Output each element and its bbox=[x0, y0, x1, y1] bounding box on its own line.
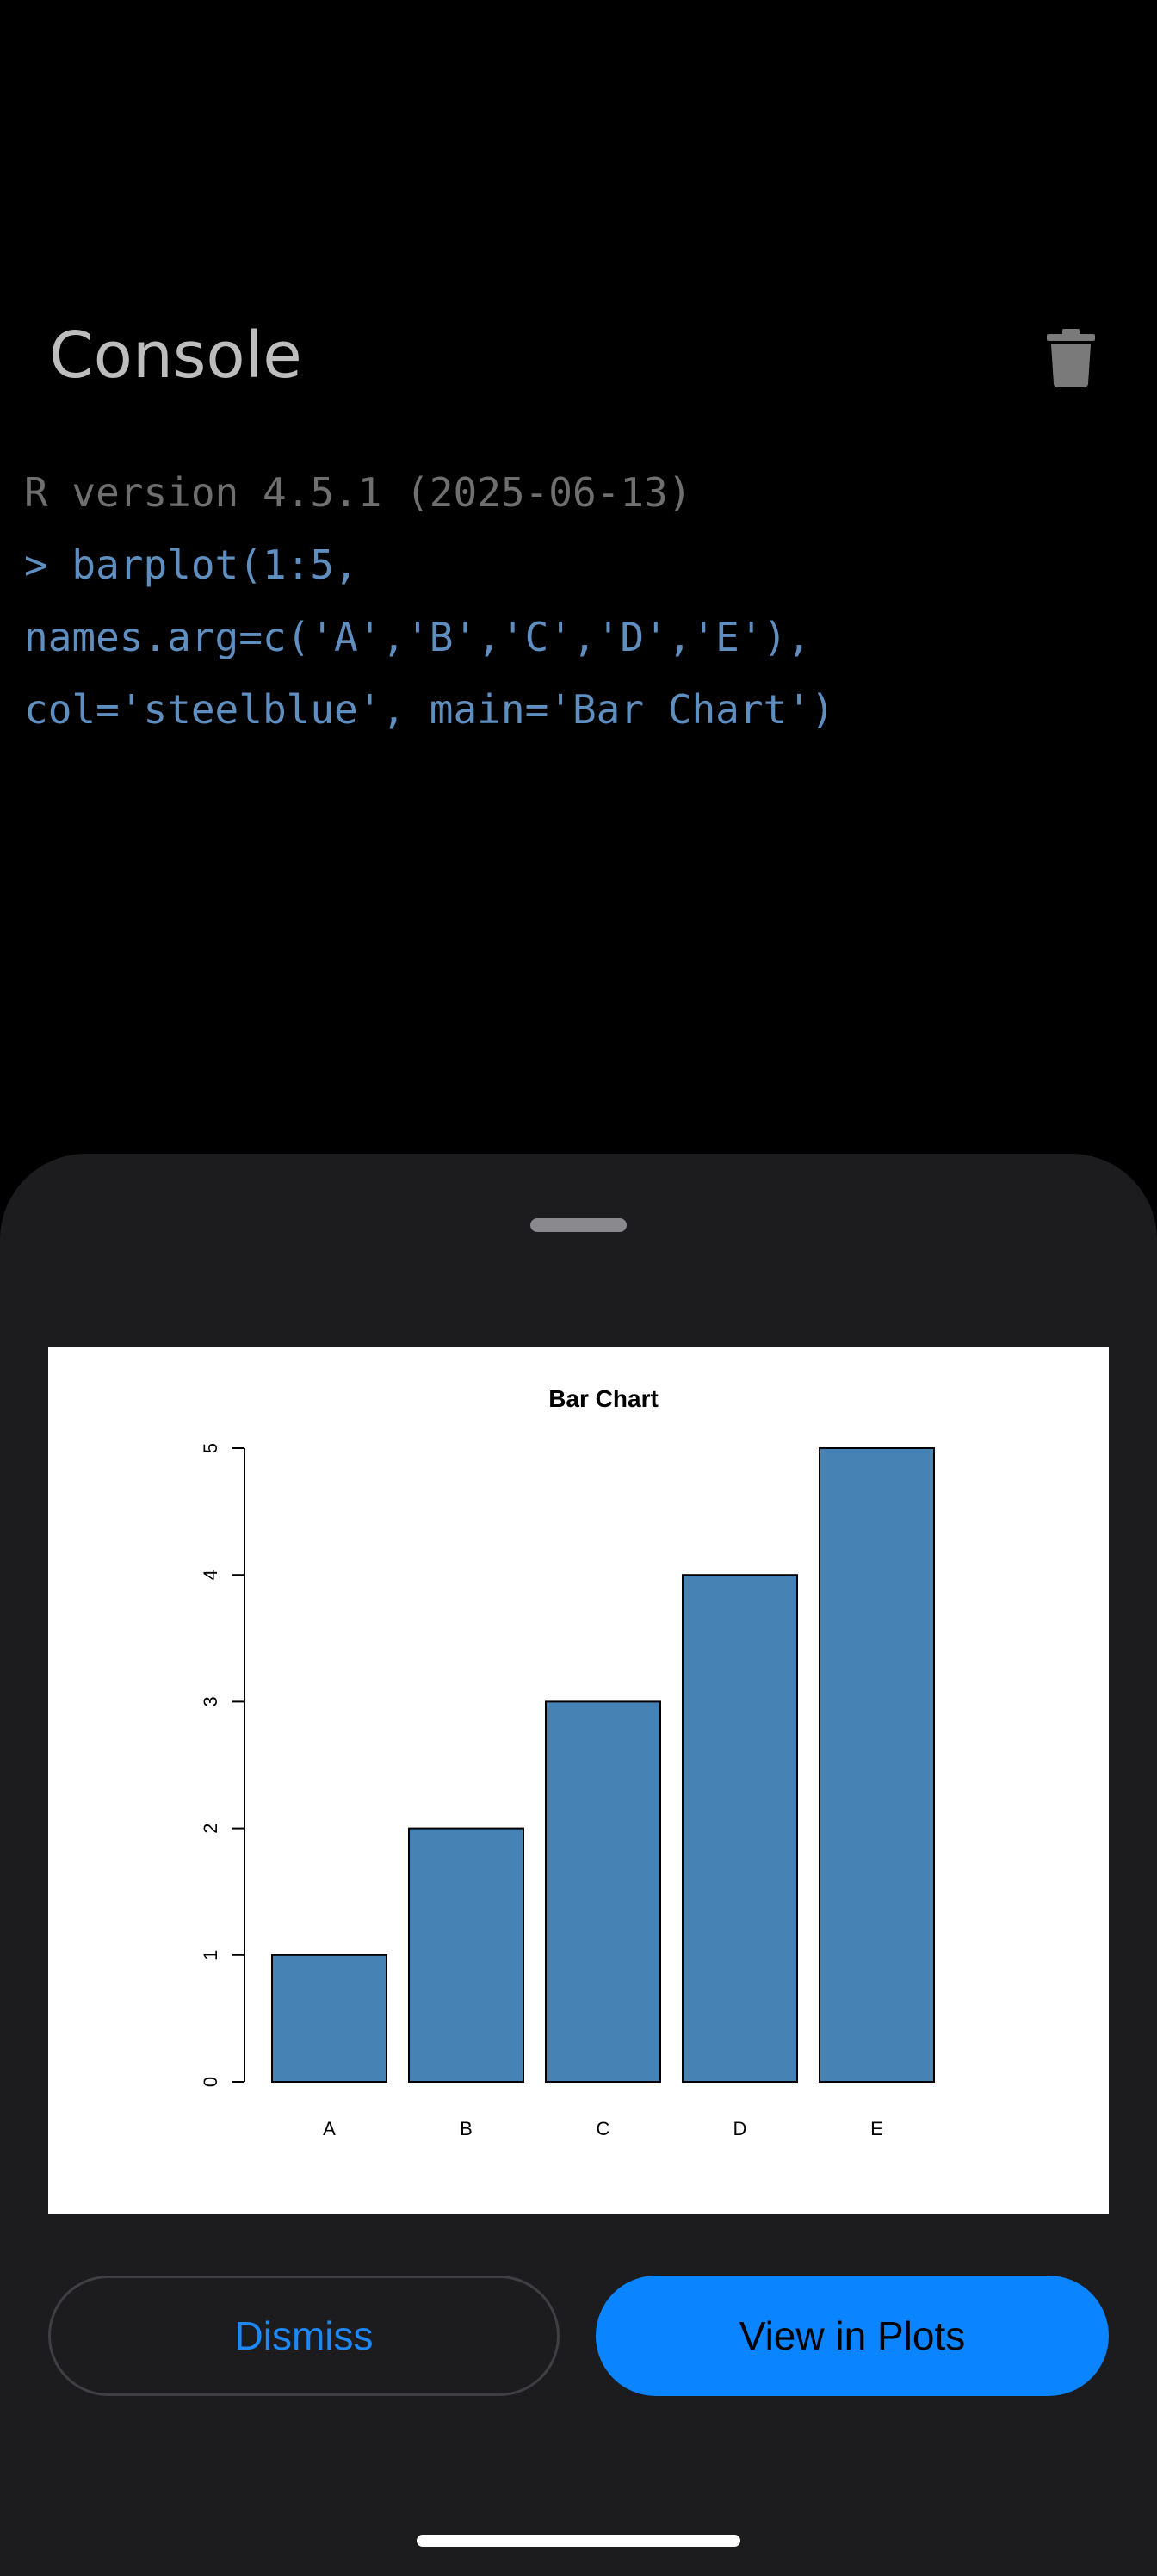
console-command-line: names.arg=c('A','B','C','D','E'), bbox=[24, 614, 811, 660]
drag-handle[interactable] bbox=[530, 1218, 627, 1232]
console-version-line: R version 4.5.1 (2025-06-13) bbox=[24, 469, 692, 516]
bars bbox=[271, 1447, 935, 2083]
bar-d bbox=[682, 1574, 798, 2083]
console-command-line: col='steelblue', main='Bar Chart') bbox=[24, 686, 835, 733]
y-tick-label: 1 bbox=[200, 1950, 221, 1960]
console-command-line: > barplot(1:5, bbox=[24, 542, 358, 588]
x-tick-label: B bbox=[460, 2118, 473, 2139]
x-tick-label: A bbox=[323, 2118, 336, 2139]
y-tick-label: 2 bbox=[200, 1823, 221, 1833]
plot-preview: Bar Chart 0 1 2 3 4 5 A B C D E bbox=[48, 1347, 1109, 2214]
bar-a bbox=[271, 1954, 387, 2083]
y-tick-label: 3 bbox=[200, 1696, 221, 1706]
x-tick-label: D bbox=[733, 2118, 747, 2139]
bar-b bbox=[408, 1827, 524, 2083]
bar-e bbox=[819, 1447, 935, 2083]
x-axis-labels: A B C D E bbox=[323, 2118, 883, 2139]
console-header: Console bbox=[0, 293, 1157, 422]
trash-icon[interactable] bbox=[1043, 327, 1098, 387]
y-tick-label: 5 bbox=[200, 1443, 221, 1453]
y-tick-label: 0 bbox=[200, 2077, 221, 2087]
console-title: Console bbox=[49, 319, 302, 393]
y-axis: 0 1 2 3 4 5 bbox=[200, 1443, 245, 2087]
bar-chart: Bar Chart 0 1 2 3 4 5 A B C D E bbox=[200, 1385, 935, 2139]
chart-title: Bar Chart bbox=[548, 1385, 659, 1412]
x-tick-label: E bbox=[870, 2118, 883, 2139]
dismiss-button[interactable]: Dismiss bbox=[48, 2276, 560, 2396]
plot-bottom-sheet: Bar Chart 0 1 2 3 4 5 A B C D E Dismiss View in P… bbox=[0, 1154, 1157, 2576]
x-tick-label: C bbox=[597, 2118, 610, 2139]
home-indicator bbox=[417, 2535, 740, 2547]
console-output: R version 4.5.1 (2025-06-13) > barplot(1… bbox=[24, 456, 1135, 746]
bar-c bbox=[545, 1700, 661, 2083]
y-tick-label: 4 bbox=[200, 1570, 221, 1580]
view-in-plots-button[interactable]: View in Plots bbox=[596, 2276, 1109, 2396]
